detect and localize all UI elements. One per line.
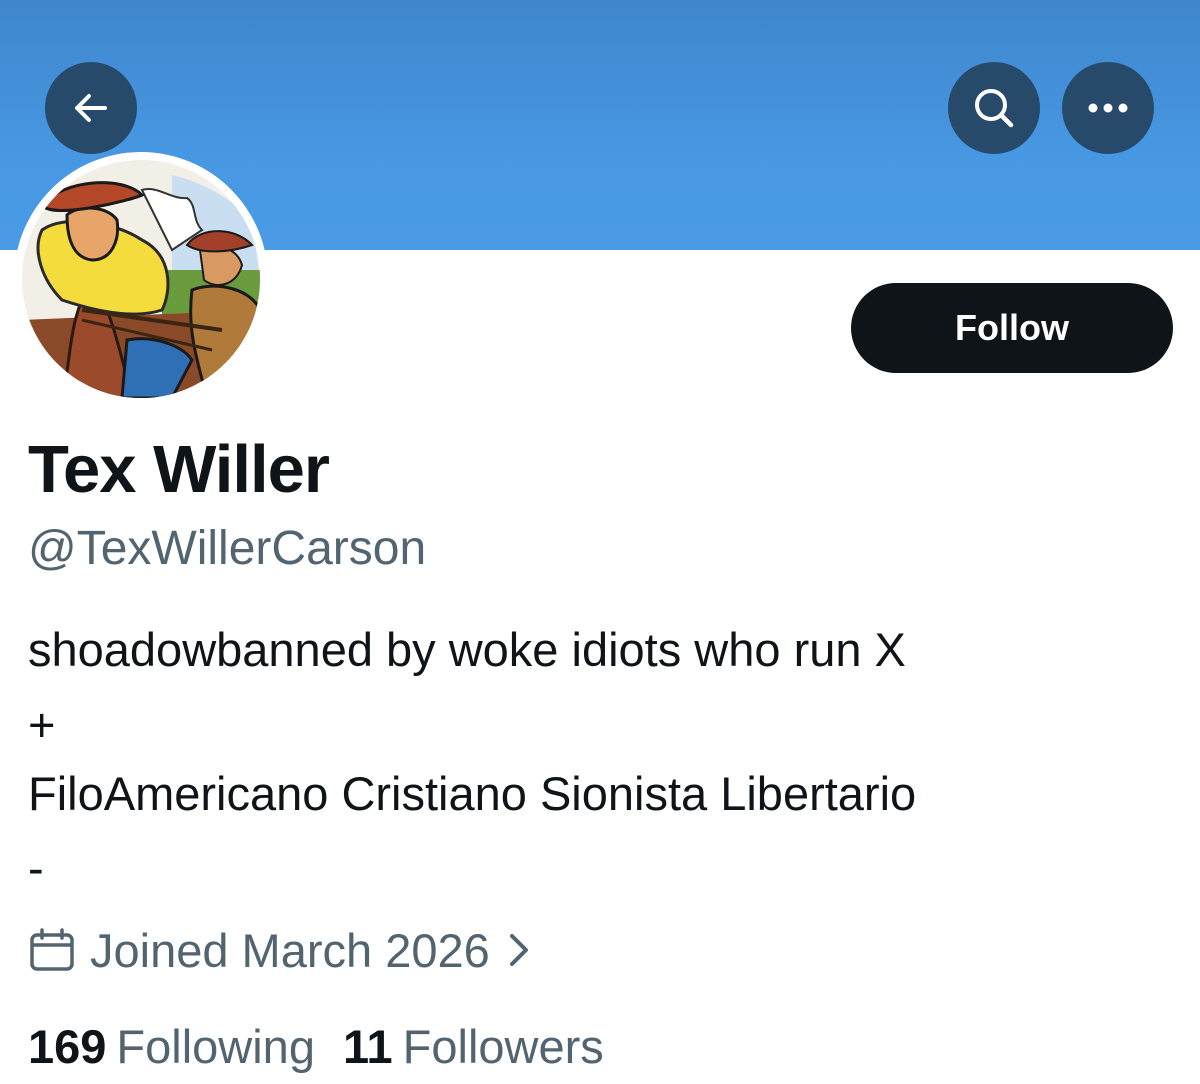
follow-button[interactable]: Follow (851, 283, 1173, 373)
bio-line: FiloAmericano Cristiano Sionista Liberta… (28, 767, 917, 820)
bio-line: - (28, 841, 44, 894)
followers-link[interactable]: 11 Followers (343, 1019, 604, 1074)
calendar-icon (30, 928, 74, 971)
following-link[interactable]: 169 Following (28, 1019, 315, 1074)
following-label: Following (116, 1019, 315, 1073)
profile-stats: 169 Following 11 Followers (28, 1015, 632, 1077)
chevron-right-icon (509, 934, 528, 966)
more-button[interactable] (1062, 62, 1154, 154)
back-button[interactable] (45, 62, 137, 154)
search-icon (975, 89, 1014, 128)
following-count: 169 (28, 1019, 107, 1073)
joined-text: Joined March 2026 (90, 923, 490, 977)
followers-count: 11 (342, 1019, 393, 1073)
profile-handle: @TexWillerCarson (28, 522, 427, 575)
joined-date[interactable]: Joined March 2026 (28, 920, 530, 980)
search-button[interactable] (948, 62, 1040, 154)
bio-line: shoadowbanned by woke idiots who run X (28, 623, 906, 676)
display-name: Tex Willer (28, 432, 330, 507)
followers-label: Followers (402, 1019, 604, 1073)
more-horizontal-icon (1088, 103, 1128, 113)
arrow-left-icon (75, 94, 107, 122)
profile-page: Follow Tex Willer @TexWillerCarson shoad… (0, 0, 1200, 1084)
avatar-image (22, 160, 260, 398)
bio-line: + (28, 698, 56, 751)
profile-avatar[interactable] (14, 152, 268, 406)
